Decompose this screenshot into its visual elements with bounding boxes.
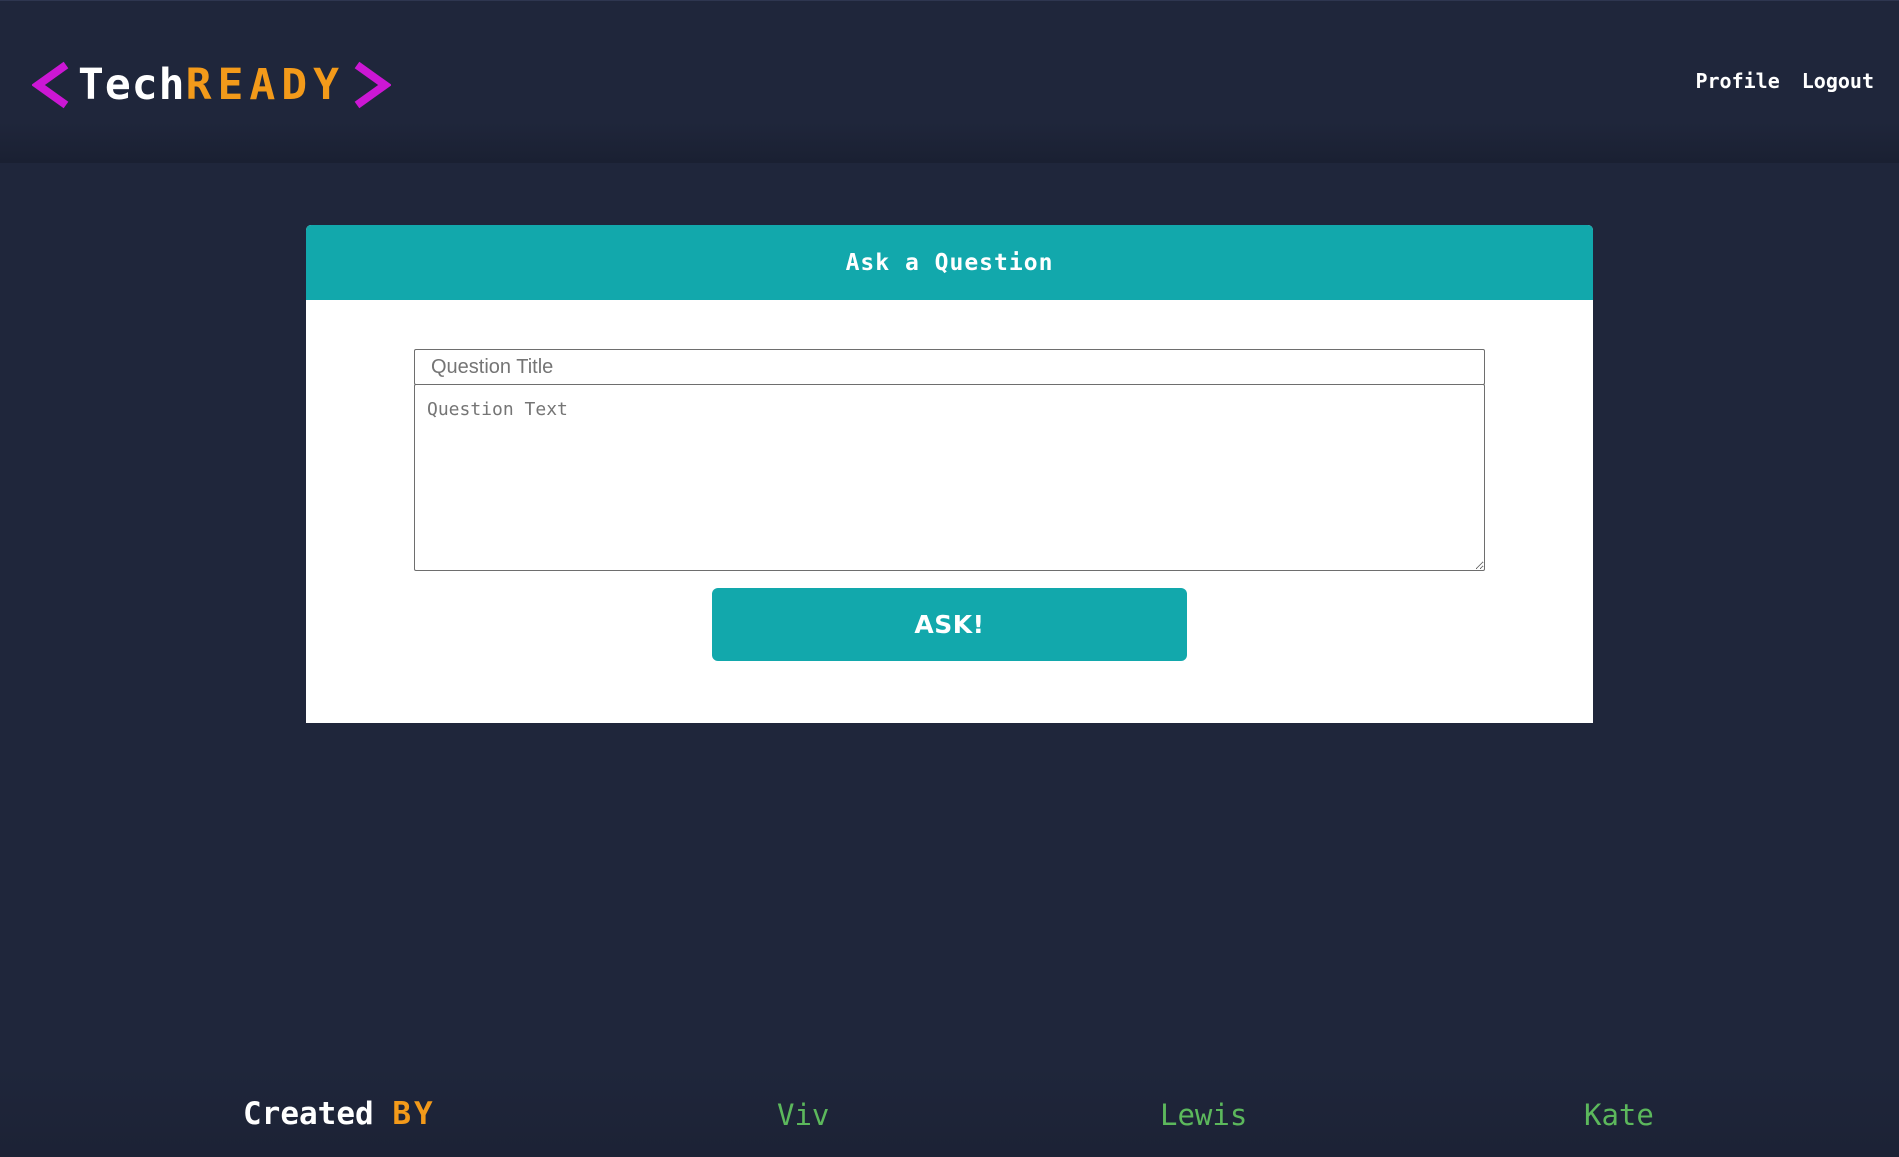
- site-footer: Created BY Viv Lewis Kate: [0, 1067, 1899, 1157]
- question-text-input[interactable]: [414, 384, 1485, 571]
- created-text: Created: [243, 1096, 374, 1132]
- card-title: Ask a Question: [845, 249, 1054, 276]
- ask-question-card: Ask a Question ASK!: [306, 225, 1593, 723]
- logo-text-tech: Tech: [78, 59, 186, 110]
- right-bracket-icon: [354, 61, 392, 109]
- question-title-input[interactable]: [414, 349, 1485, 385]
- nav-logout-link[interactable]: Logout: [1802, 69, 1874, 93]
- member-link-kate[interactable]: Kate: [1584, 1098, 1654, 1132]
- logo-text-ready: READY: [185, 59, 346, 110]
- member-link-lewis[interactable]: Lewis: [1160, 1098, 1247, 1132]
- left-bracket-icon: [32, 61, 69, 109]
- member-link-viv[interactable]: Viv: [777, 1098, 829, 1132]
- top-nav: Profile Logout: [1695, 69, 1874, 93]
- logo[interactable]: TechREADY: [32, 57, 392, 113]
- logo-text: TechREADY: [78, 63, 345, 107]
- created-by-label: Created BY: [243, 1096, 436, 1132]
- site-header: TechREADY Profile Logout: [0, 0, 1899, 163]
- ask-button[interactable]: ASK!: [712, 588, 1187, 661]
- by-text: BY: [392, 1096, 436, 1132]
- nav-profile-link[interactable]: Profile: [1695, 69, 1779, 93]
- card-header: Ask a Question: [306, 225, 1593, 300]
